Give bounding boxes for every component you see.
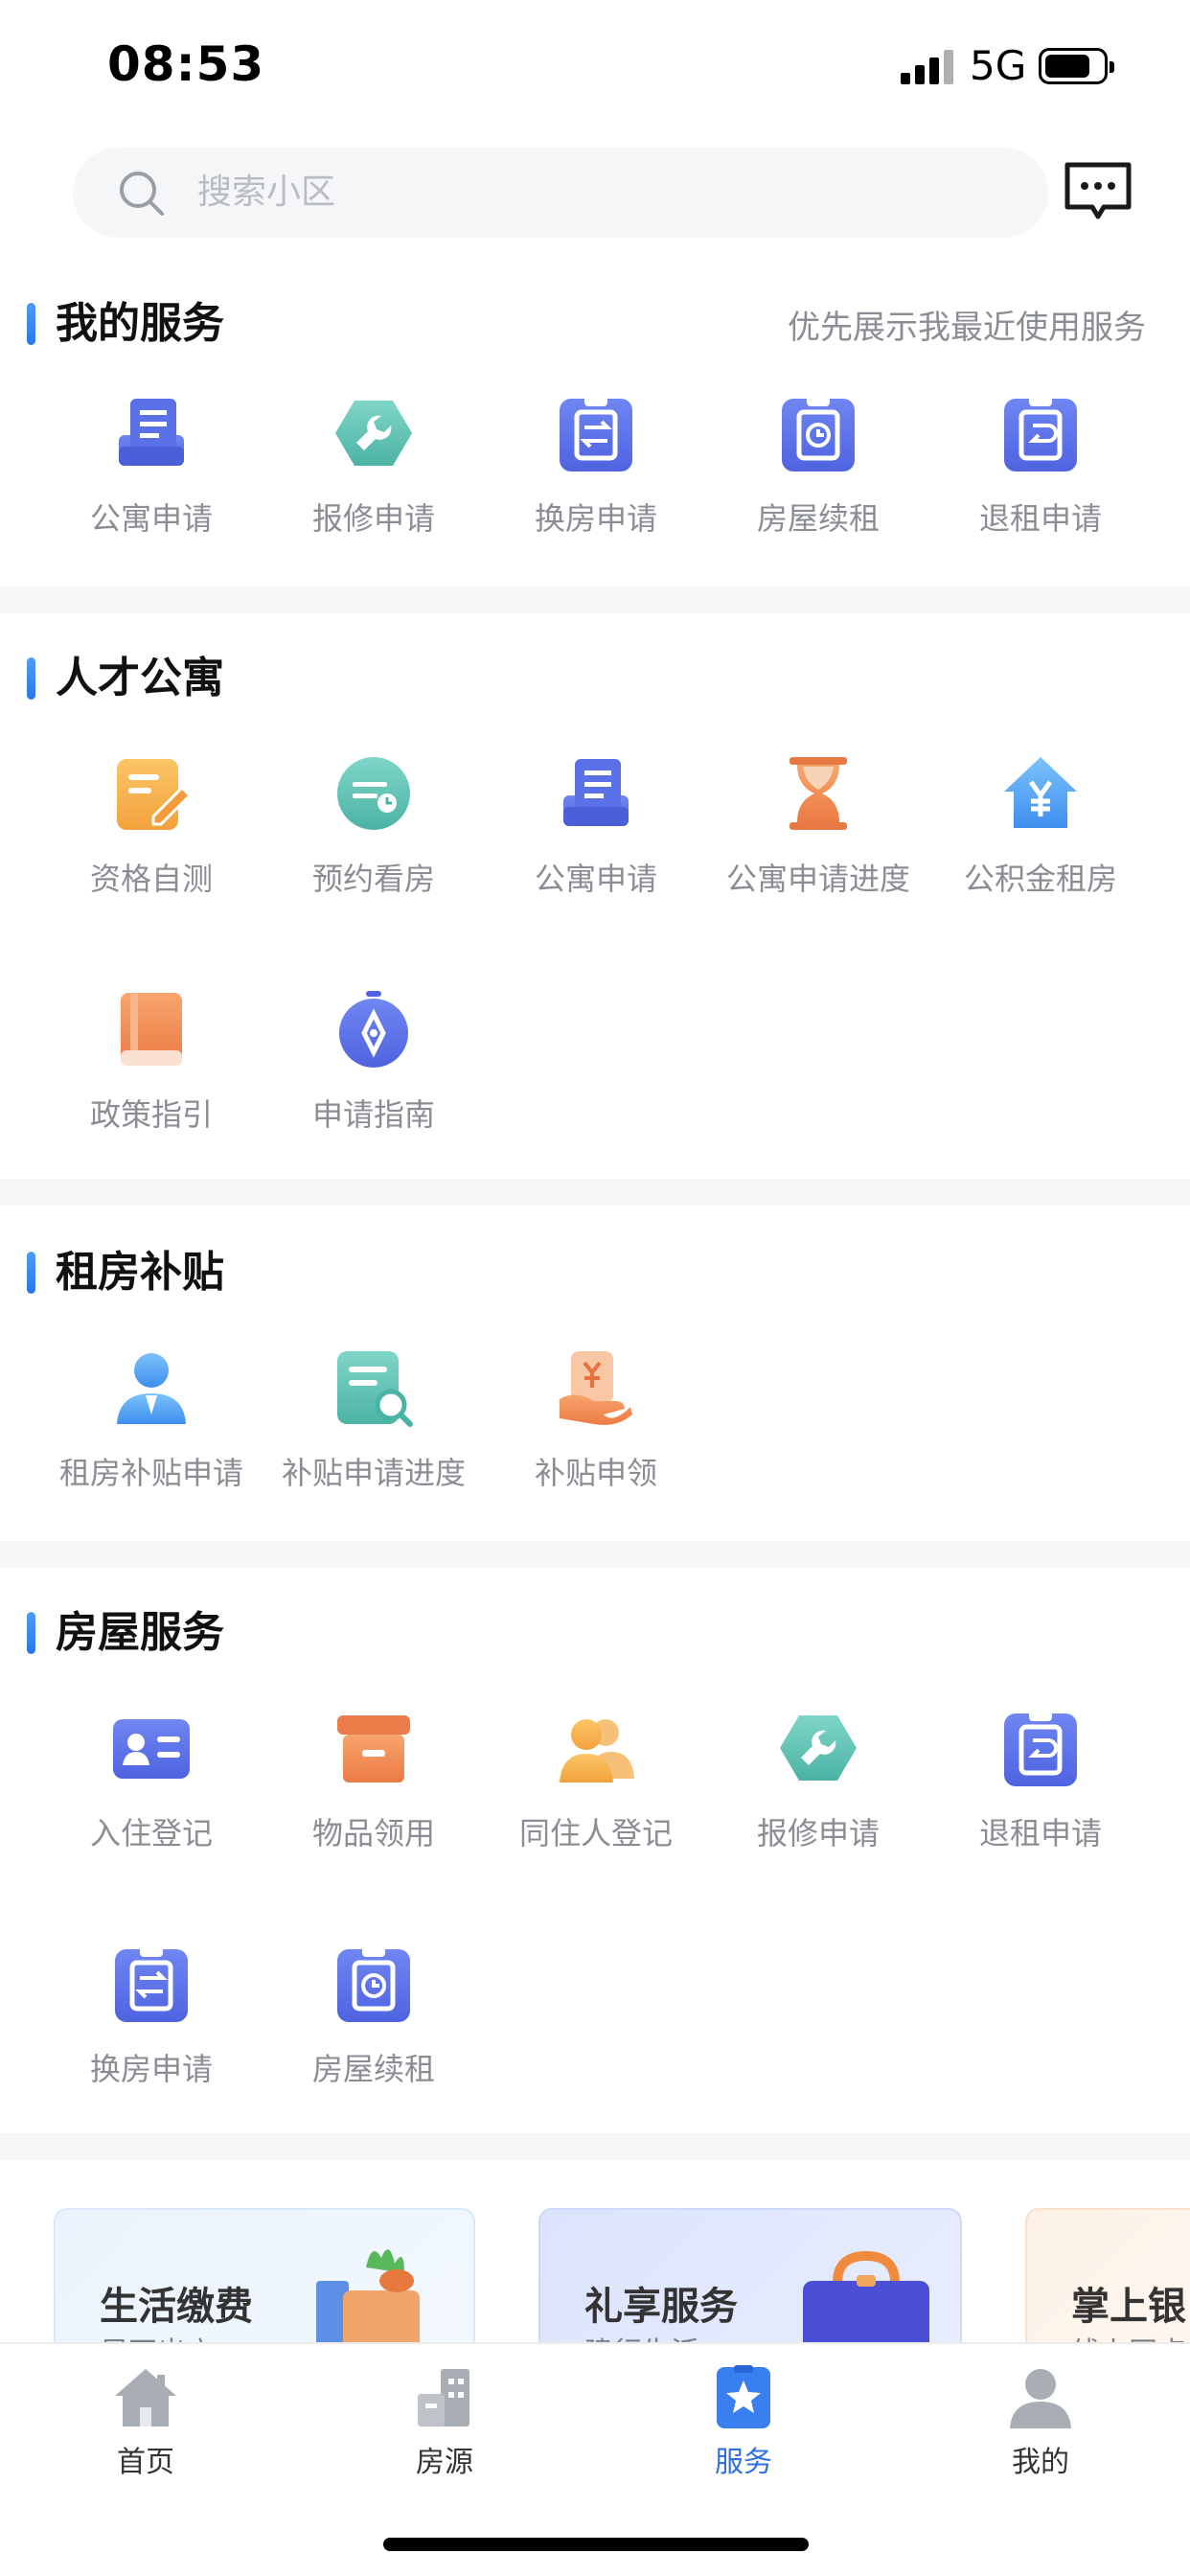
item-label: 房屋续租	[311, 2051, 435, 2087]
item-label: 公积金租房	[963, 861, 1117, 897]
wrench-icon	[780, 1715, 857, 1781]
building-icon	[418, 2369, 469, 2426]
rent-subsidy-section: 租房补贴 租房补贴申请 补贴申请进度 补贴申领	[0, 1242, 1190, 1541]
service-apply-progress[interactable]: 公寓申请进度	[707, 753, 929, 926]
schedule-icon	[337, 757, 410, 830]
divider	[0, 586, 1190, 613]
service-policy-guide[interactable]: 政策指引	[40, 989, 263, 1162]
compass-icon	[339, 991, 408, 1068]
tab-home[interactable]: 首页	[50, 2344, 241, 2497]
service-repair-apply-2[interactable]: 报修申请	[707, 1708, 929, 1880]
clock-clipboard-icon	[782, 395, 855, 472]
battery-icon	[1039, 48, 1114, 84]
item-label: 退租申请	[978, 1815, 1102, 1852]
book-icon	[121, 993, 182, 1066]
section-title: 我的服务	[56, 299, 224, 348]
wrench-icon	[335, 401, 412, 466]
box-icon	[337, 1715, 410, 1782]
service-swap-apply-2[interactable]: 换房申请	[40, 1944, 263, 2116]
service-book-viewing[interactable]: 预约看房	[263, 753, 485, 926]
apartment-form-icon	[563, 759, 629, 826]
service-checkout-apply-2[interactable]: 退租申请	[929, 1708, 1152, 1880]
promo-title: 掌上银	[1071, 2285, 1186, 2329]
my-services-section: 我的服务 优先展示我最近使用服务 公寓申请 报修申请 换房申请 房屋续租 退租申…	[0, 288, 1190, 586]
toolbox-icon	[803, 2250, 929, 2350]
people-icon	[560, 1719, 634, 1782]
promo-card-mobile-bank[interactable]: 掌上银 线上网点	[1025, 2208, 1190, 2352]
service-subsidy-apply[interactable]: 租房补贴申请	[40, 1347, 263, 1520]
service-cohabitant-register[interactable]: 同住人登记	[485, 1708, 707, 1880]
housing-service-section: 房屋服务 入住登记 物品领用 同住人登记 报修申请 退租申请 换房申请 房屋续租	[0, 1602, 1190, 2133]
yuan-hand-icon	[560, 1351, 632, 1425]
grocery-bag-icon	[316, 2249, 420, 2350]
talent-apartment-section: 人才公寓 资格自测 预约看房 公寓申请 公寓申请进度 公积金租房 政策指引 申请…	[0, 648, 1190, 1179]
divider	[0, 1179, 1190, 1206]
return-clipboard-icon	[1004, 1710, 1077, 1786]
service-fund-rental[interactable]: 公积金租房	[929, 753, 1152, 926]
divider	[0, 2133, 1190, 2160]
section-title: 租房补贴	[56, 1248, 224, 1297]
service-apply-guide[interactable]: 申请指南	[263, 989, 485, 1162]
signal-icon	[901, 50, 954, 84]
tab-label: 首页	[117, 2446, 174, 2479]
section-hint: 优先展示我最近使用服务	[788, 309, 1146, 347]
edit-note-icon	[117, 759, 192, 830]
return-clipboard-icon	[1004, 395, 1077, 472]
tab-services[interactable]: 服务	[648, 2344, 839, 2497]
person-icon	[117, 1353, 186, 1424]
tab-label: 服务	[715, 2446, 772, 2479]
promo-card-gift-service[interactable]: 礼享服务 建行生活	[538, 2208, 962, 2352]
promo-card-life-payment[interactable]: 生活缴费 足不出户	[54, 2208, 475, 2352]
message-icon[interactable]	[1062, 161, 1134, 224]
doc-search-icon	[337, 1351, 413, 1427]
search-icon	[120, 172, 164, 216]
user-icon	[1010, 2369, 1071, 2428]
item-label: 申请指南	[311, 1096, 435, 1133]
status-time: 08:53	[107, 36, 265, 92]
clock-clipboard-icon	[337, 1945, 410, 2022]
service-renew-lease[interactable]: 房屋续租	[707, 393, 929, 565]
service-item-claim[interactable]: 物品领用	[263, 1708, 485, 1880]
status-bar: 08:53 5G	[0, 0, 1190, 134]
swap-clipboard-icon	[560, 395, 632, 472]
home-indicator	[383, 2538, 809, 2551]
service-eligibility-test[interactable]: 资格自测	[40, 753, 263, 926]
search-input[interactable]: 搜索小区	[197, 148, 335, 238]
section-title: 房屋服务	[56, 1608, 224, 1657]
item-label: 补贴申领	[534, 1455, 657, 1491]
tab-label: 我的	[1012, 2446, 1069, 2479]
id-card-icon	[113, 1719, 190, 1779]
item-label: 退租申请	[978, 500, 1102, 537]
apartment-form-icon	[119, 399, 184, 466]
service-swap-apply[interactable]: 换房申请	[485, 393, 707, 565]
search-bar[interactable]: 搜索小区	[73, 148, 1048, 238]
service-subsidy-progress[interactable]: 补贴申请进度	[263, 1347, 485, 1520]
yuan-house-icon	[1004, 757, 1077, 828]
service-apartment-apply[interactable]: 公寓申请	[40, 393, 263, 565]
tab-listings[interactable]: 房源	[349, 2344, 540, 2497]
service-checkin[interactable]: 入住登记	[40, 1708, 263, 1880]
star-service-icon	[717, 2365, 770, 2428]
service-repair-apply[interactable]: 报修申请	[263, 393, 485, 565]
section-title: 人才公寓	[56, 654, 224, 702]
promo-title: 礼享服务	[584, 2285, 738, 2329]
tab-mine[interactable]: 我的	[945, 2344, 1136, 2497]
home-icon	[115, 2369, 176, 2426]
service-apartment-apply-2[interactable]: 公寓申请	[485, 753, 707, 926]
network-label: 5G	[970, 42, 1027, 89]
hourglass-icon	[790, 757, 847, 830]
service-renew-lease-2[interactable]: 房屋续租	[263, 1944, 485, 2116]
service-subsidy-claim[interactable]: 补贴申领	[485, 1347, 707, 1520]
divider	[0, 1541, 1190, 1568]
tab-label: 房源	[416, 2446, 473, 2479]
swap-clipboard-icon	[115, 1945, 188, 2022]
promo-title: 生活缴费	[100, 2285, 253, 2329]
service-checkout-apply[interactable]: 退租申请	[929, 393, 1152, 565]
